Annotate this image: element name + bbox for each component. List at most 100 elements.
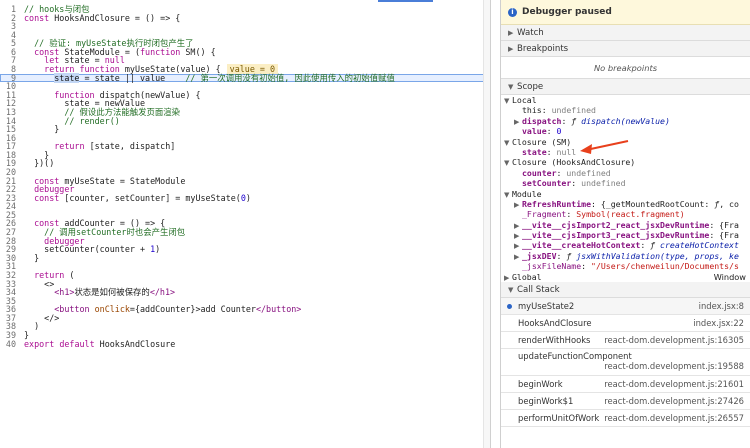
scope-text: 0 [556,126,562,137]
callstack-pane-header[interactable]: ▼ Call Stack [501,282,750,299]
code-line[interactable]: 30 } [0,253,491,263]
scope-property[interactable]: ▶ __vite__cjsImport2_react_jsxDevRuntime:… [501,220,750,230]
code-line[interactable]: 29 setCounter(counter + 1) [0,245,491,254]
code-text: <h1>状态是如何被保存的</h1> [24,288,491,297]
scope-property[interactable]: _Fragment: Symbol(react.fragment) [501,209,750,219]
scope-text: jsxWithValidation(type, props, ke [576,250,739,261]
code-line[interactable]: 40 export default HooksAndClosure [0,339,491,349]
scope-property[interactable]: counter: undefined [501,168,750,178]
scope-property[interactable]: ▶ _jsxDEV: ƒ jsxWithValidation(type, prop… [501,251,750,261]
scope-group[interactable]: ▼ Module [501,189,750,199]
code-text: // 调用setCounter时也会产生闭包 [24,228,491,237]
scope-group[interactable]: ▶ Global Window [501,272,750,282]
scope-text: createHotContext [660,240,739,251]
code-text: const myUseState = StateModule [24,176,491,186]
expand-arrow-icon: ▶ [508,29,514,37]
watch-label: Watch [517,28,544,38]
expand-arrow-icon[interactable]: ▶ [514,241,522,250]
scope-global-value: Window [713,271,746,282]
expand-arrow-icon[interactable]: ▶ [504,273,512,282]
code-line[interactable]: 36 <button onClick={addCounter}>add Coun… [0,305,491,314]
scope-text: : [640,240,651,251]
collapse-arrow-icon[interactable]: ▼ [504,158,512,167]
frame-location-link[interactable]: index.jsx:8 [699,298,744,315]
code-token: <button [54,304,95,315]
code-line[interactable]: 2 const HooksAndClosure = () => { [0,12,491,23]
call-frame[interactable]: renderWithHooks react-dom.development.js:… [501,332,750,350]
call-frame[interactable]: beginWork$1 react-dom.development.js:2742… [501,393,750,411]
call-frame[interactable]: beginWork react-dom.development.js:21601 [501,376,750,394]
code-token: ) [245,192,251,203]
code-token: = state || value [79,72,186,83]
frame-function-name: beginWork$1 [518,396,574,407]
collapse-arrow-icon[interactable]: ▼ [504,190,512,199]
code-line[interactable]: 38 ) [0,322,491,331]
collapse-arrow-icon[interactable]: ▼ [504,96,512,105]
scope-property[interactable]: _jsxFileName: "/Users/chenweilun/Documen… [501,261,750,271]
scope-pane-header[interactable]: ▼ Scope [501,79,750,95]
scope-property[interactable]: this: undefined [501,105,750,115]
current-execution-line[interactable]: 9 state = state || value // 第一次调用没有初始值, … [0,72,491,83]
scope-text: "/Users/chenweilun/Documents/s [591,261,739,272]
expand-arrow-icon[interactable]: ▶ [514,200,522,209]
expand-arrow-icon[interactable]: ▶ [514,252,522,261]
watch-pane-header[interactable]: ▶ Watch [501,25,750,41]
expand-arrow-icon[interactable]: ▶ [514,117,522,126]
frame-location-link[interactable]: index.jsx:22 [693,315,744,332]
collapse-arrow-icon[interactable]: ▼ [504,138,512,147]
code-editor[interactable]: 1// hooks与闭包 2 const HooksAndClosure = () … [0,0,491,448]
frame-location-link[interactable]: react-dom.development.js:16305 [604,332,744,349]
call-frame-current[interactable]: myUseState2 index.jsx:8 [501,298,750,316]
scope-text: _jsxFileName [522,261,582,272]
code-token: </button> [255,304,302,315]
code-line[interactable]: 14 // render() [0,116,491,126]
scope-text: ƒ [571,115,582,126]
code-text: const [counter, setCounter] = myUseState… [24,192,491,203]
frame-function-name: updateFunctionComponent [518,351,632,362]
code-line[interactable]: 34 <h1>状态是如何被保存的</h1> [0,288,491,297]
code-text: // render() [24,116,491,126]
line-number[interactable]: 40 [0,339,16,349]
scope-property[interactable]: state: null [501,147,750,157]
expand-arrow-icon: ▶ [508,45,514,53]
frame-location-link[interactable]: react-dom.development.js:27426 [604,393,744,410]
breakpoints-pane-header[interactable]: ▶ Breakpoints [501,41,750,57]
frame-location-link[interactable]: react-dom.development.js:26557 [604,410,744,427]
code-line[interactable]: 17 return [state, dispatch] [0,142,491,151]
scope-property[interactable]: ▶ dispatch: ƒ dispatch(newValue) [501,116,750,126]
editor-scrollbar[interactable] [483,0,490,448]
code-line[interactable]: 19 })() [0,159,491,168]
code-line[interactable]: 32 return ( [0,271,491,280]
scope-text: : [546,146,557,157]
frame-location-link[interactable]: react-dom.development.js:21601 [604,376,744,393]
code-token: const [24,12,50,23]
scope-property[interactable]: value: 0 [501,126,750,136]
code-token: </h1> [149,287,176,298]
code-line[interactable]: 3 [0,22,491,31]
scope-property[interactable]: ▶ RefreshRuntime: {_getMountedRootCount: … [501,199,750,209]
code-line[interactable]: 18 } [0,151,491,160]
code-token: })() [24,158,55,169]
scope-text: _jsxDEV [522,250,557,261]
expand-arrow-icon[interactable]: ▶ [514,231,522,240]
call-frame[interactable]: HooksAndClosure index.jsx:22 [501,315,750,333]
scope-property[interactable]: ▶ __vite__createHotContext: ƒ createHotCo… [501,240,750,250]
frame-location-link[interactable]: react-dom.development.js:19588 [604,361,744,371]
scope-property[interactable]: setCounter: undefined [501,178,750,188]
code-line[interactable]: 23 const [counter, setCounter] = myUseSt… [0,192,491,203]
scope-group[interactable]: ▼ Closure (SM) [501,137,750,147]
scope-group[interactable]: ▼ Local [501,95,750,105]
scope-group[interactable]: ▼ Closure (HooksAndClosure) [501,157,750,167]
call-frame[interactable]: performUnitOfWork react-dom.development.j… [501,410,750,428]
scope-property[interactable]: ▶ __vite__cjsImport3_react_jsxDevRuntime:… [501,230,750,240]
code-lines[interactable]: 1// hooks与闭包 2 const HooksAndClosure = () … [0,5,491,348]
code-line[interactable]: 24 [0,202,491,211]
expand-arrow-icon[interactable]: ▶ [514,221,522,230]
code-line[interactable]: 15 } [0,125,491,134]
scope-text: : {_getMountedRootCount: [591,198,715,209]
call-frame[interactable]: updateFunctionComponent react-dom.develop… [501,349,750,377]
code-line[interactable]: 37 </> [0,314,491,323]
frame-function-name: myUseState2 [518,301,575,312]
scope-text: : [556,167,567,178]
pane-divider[interactable] [490,0,491,448]
